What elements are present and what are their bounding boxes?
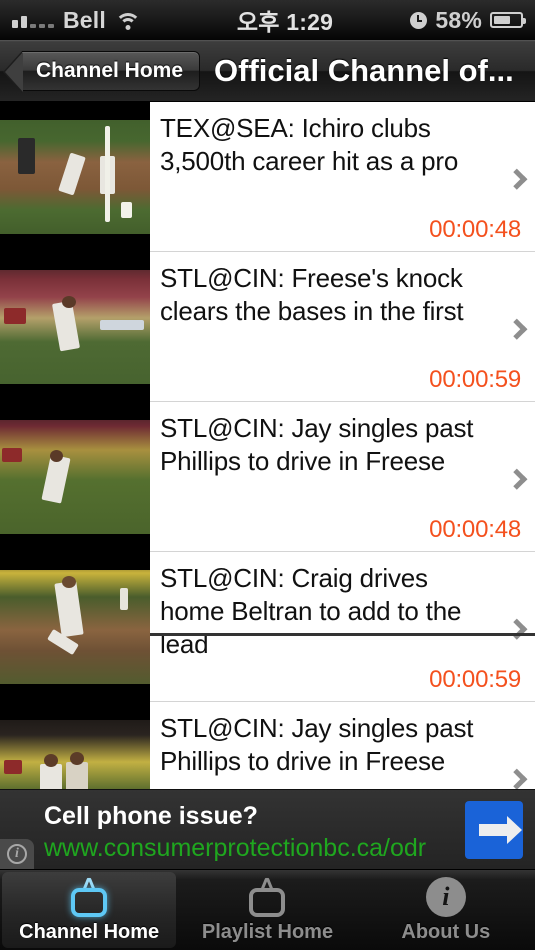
back-button-label: Channel Home: [36, 58, 184, 82]
video-title: STL@CIN: Jay singles past Phillips to dr…: [160, 713, 474, 776]
video-title: TEX@SEA: Ichiro clubs 3,500th career hit…: [160, 113, 459, 176]
tab-channel-home[interactable]: Channel Home: [2, 872, 177, 948]
video-duration: 00:00:59: [429, 666, 521, 693]
wifi-icon: [114, 11, 141, 30]
info-icon: i: [7, 844, 27, 864]
status-bar-right: 58%: [360, 7, 535, 34]
list-item-body: STL@CIN: Jay singles past Phillips to dr…: [150, 402, 535, 551]
battery-icon: [490, 12, 526, 28]
back-button[interactable]: Channel Home: [2, 50, 201, 93]
ad-info-button[interactable]: i: [0, 839, 34, 869]
info-icon: i: [425, 876, 466, 917]
tab-label: Channel Home: [19, 920, 160, 943]
battery-percent-label: 58%: [435, 6, 482, 33]
video-duration: 00:00:48: [429, 216, 521, 243]
render-artifact-line: [150, 633, 535, 636]
video-thumbnail: [0, 102, 150, 252]
list-item[interactable]: STL@CIN: Jay singles past Phillips to dr…: [0, 402, 535, 552]
video-thumbnail: [0, 402, 150, 552]
ad-headline: Cell phone issue?: [44, 802, 258, 830]
tab-label: About Us: [401, 920, 491, 943]
tab-bar: Channel Home Playlist Home i About Us: [0, 869, 535, 950]
list-item[interactable]: STL@CIN: Jay singles past Phillips to dr…: [0, 702, 535, 789]
list-item-body: STL@CIN: Freese's knock clears the bases…: [150, 252, 535, 401]
video-title: STL@CIN: Freese's knock clears the bases…: [160, 263, 464, 326]
ad-url[interactable]: www.consumerprotectionbc.ca/odr: [44, 834, 426, 863]
ad-banner[interactable]: Cell phone issue? www.consumerprotection…: [0, 789, 535, 869]
tab-playlist-home[interactable]: Playlist Home: [180, 872, 354, 948]
clock-label: 오후 1:29: [236, 9, 334, 35]
video-title: STL@CIN: Craig drives home Beltran to ad…: [160, 563, 462, 659]
phone-screen: Bell 오후 1:29 58% Channel Home Official C…: [0, 0, 535, 950]
tab-about-us[interactable]: i About Us: [359, 872, 533, 948]
video-duration: 00:00:59: [429, 366, 521, 393]
navigation-bar: Channel Home Official Channel of...: [0, 40, 535, 102]
status-bar: Bell 오후 1:29 58%: [0, 0, 535, 40]
list-item-body: TEX@SEA: Ichiro clubs 3,500th career hit…: [150, 102, 535, 251]
video-duration: 00:00:48: [429, 516, 521, 543]
tv-icon: [66, 876, 112, 917]
status-bar-left: Bell: [0, 7, 210, 34]
arrow-right-icon: [479, 816, 522, 844]
ad-cta-button[interactable]: [465, 801, 523, 859]
list-item[interactable]: TEX@SEA: Ichiro clubs 3,500th career hit…: [0, 102, 535, 252]
video-thumbnail: [0, 252, 150, 402]
video-title: STL@CIN: Jay singles past Phillips to dr…: [160, 413, 474, 476]
page-title: Official Channel of...: [214, 52, 514, 88]
list-item-body: STL@CIN: Jay singles past Phillips to dr…: [150, 702, 535, 789]
carrier-label: Bell: [63, 6, 106, 33]
list-item[interactable]: STL@CIN: Craig drives home Beltran to ad…: [0, 552, 535, 702]
alarm-clock-icon: [410, 11, 428, 29]
video-thumbnail: [0, 552, 150, 702]
list-item-body: STL@CIN: Craig drives home Beltran to ad…: [150, 552, 535, 701]
video-thumbnail: [0, 702, 150, 789]
tv-icon: [244, 876, 290, 917]
signal-strength-icon: [12, 12, 54, 28]
list-item[interactable]: STL@CIN: Freese's knock clears the bases…: [0, 252, 535, 402]
video-list[interactable]: TEX@SEA: Ichiro clubs 3,500th career hit…: [0, 102, 535, 789]
tab-label: Playlist Home: [201, 920, 334, 943]
